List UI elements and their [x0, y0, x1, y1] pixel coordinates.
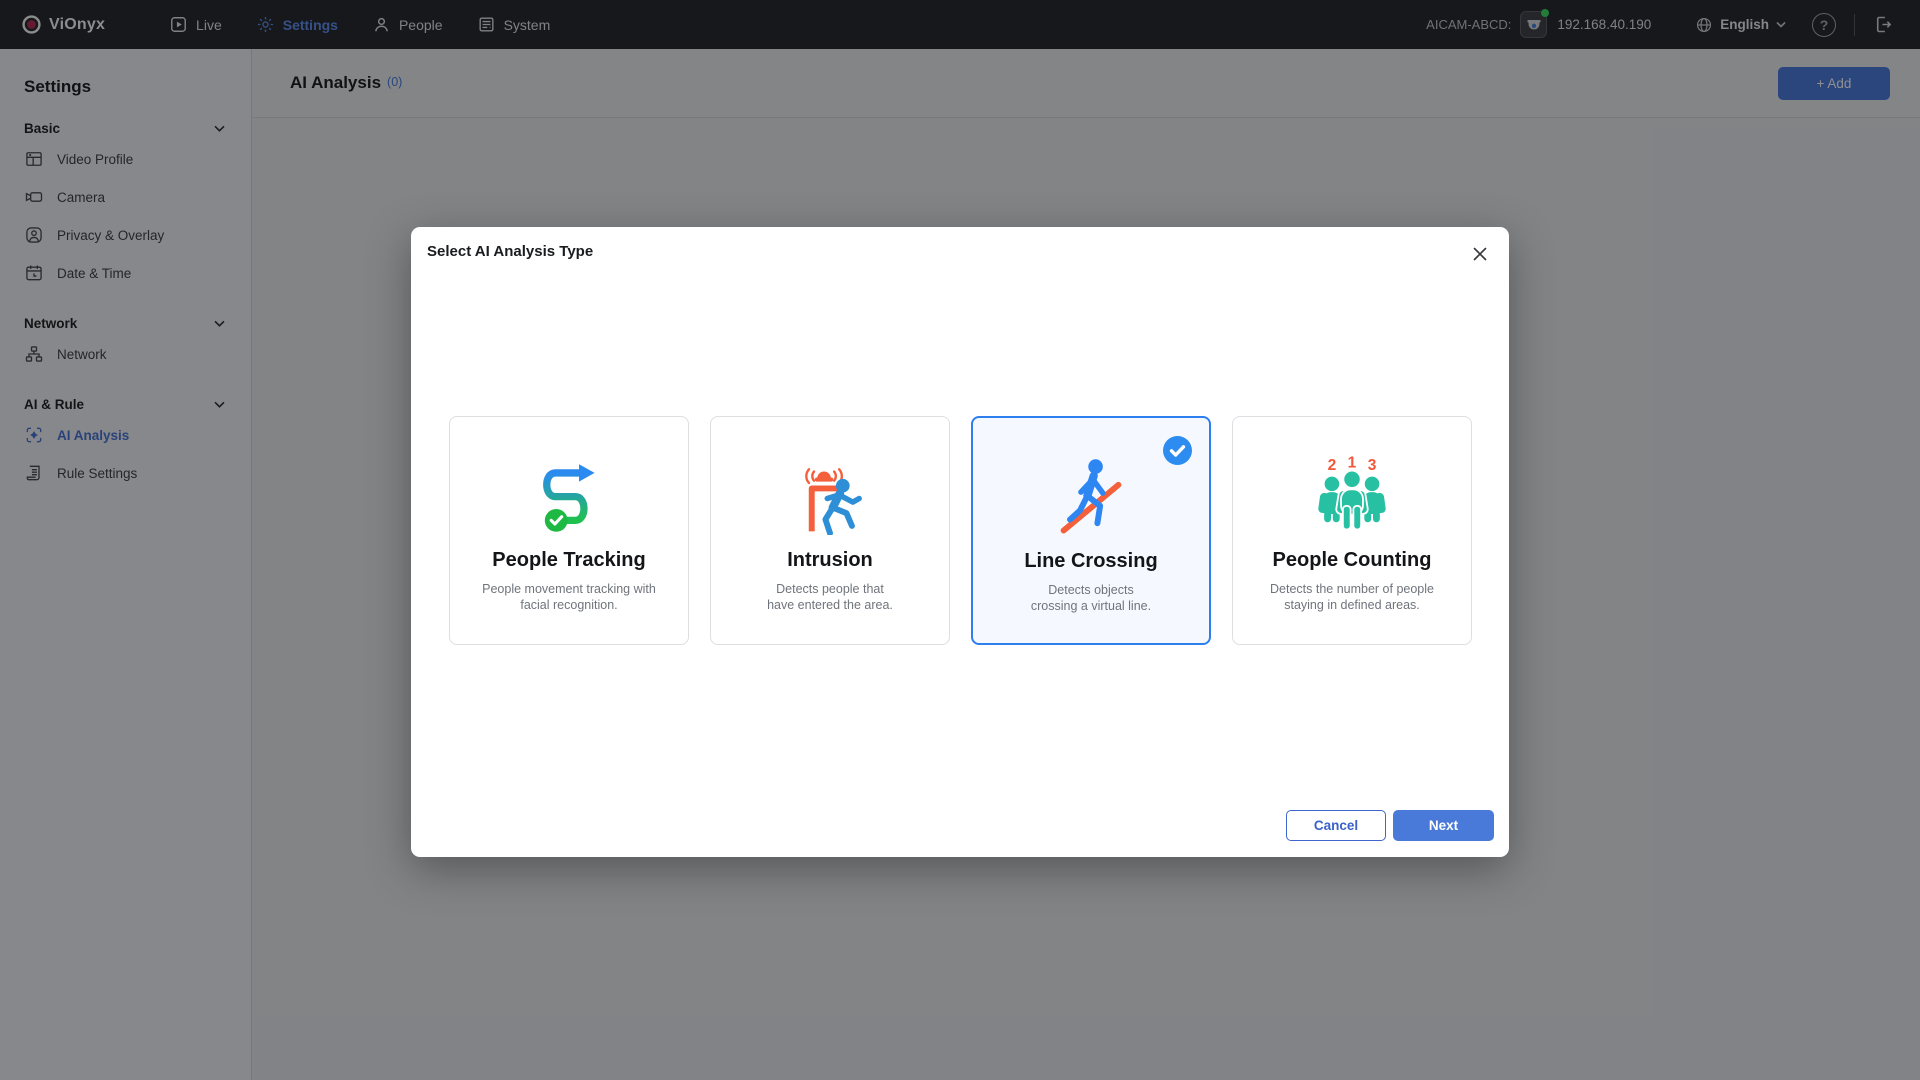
count-number: 2	[1328, 457, 1337, 474]
card-line-crossing[interactable]: Line Crossing Detects objects crossing a…	[971, 416, 1211, 645]
people-counting-icon: 2 1 3	[1306, 443, 1398, 535]
count-number: 1	[1348, 454, 1357, 471]
card-intrusion[interactable]: Intrusion Detects people that have enter…	[710, 416, 950, 645]
count-number: 3	[1368, 457, 1377, 474]
selected-check-icon	[1163, 436, 1192, 465]
next-button[interactable]: Next	[1393, 810, 1494, 841]
card-people-counting[interactable]: 2 1 3	[1232, 416, 1472, 645]
card-title: Line Crossing	[1024, 550, 1157, 573]
intrusion-runner-icon	[784, 443, 876, 535]
select-ai-analysis-modal: Select AI Analysis Type Peopl	[411, 227, 1509, 857]
card-title: Intrusion	[787, 549, 873, 572]
people-tracking-path-icon	[523, 443, 615, 535]
card-people-tracking[interactable]: People Tracking People movement tracking…	[449, 416, 689, 645]
modal-title: Select AI Analysis Type	[427, 243, 593, 260]
cancel-button[interactable]: Cancel	[1286, 810, 1386, 841]
card-title: People Counting	[1273, 549, 1432, 572]
analysis-type-cards: People Tracking People movement tracking…	[449, 416, 1472, 645]
line-crossing-walker-icon	[1045, 444, 1137, 536]
card-description: Detects people that have entered the are…	[767, 581, 893, 613]
close-icon[interactable]	[1465, 239, 1495, 269]
card-title: People Tracking	[492, 549, 645, 572]
card-description: Detects the number of people staying in …	[1270, 581, 1434, 613]
card-description: People movement tracking with facial rec…	[482, 581, 656, 613]
card-description: Detects objects crossing a virtual line.	[1031, 582, 1151, 614]
